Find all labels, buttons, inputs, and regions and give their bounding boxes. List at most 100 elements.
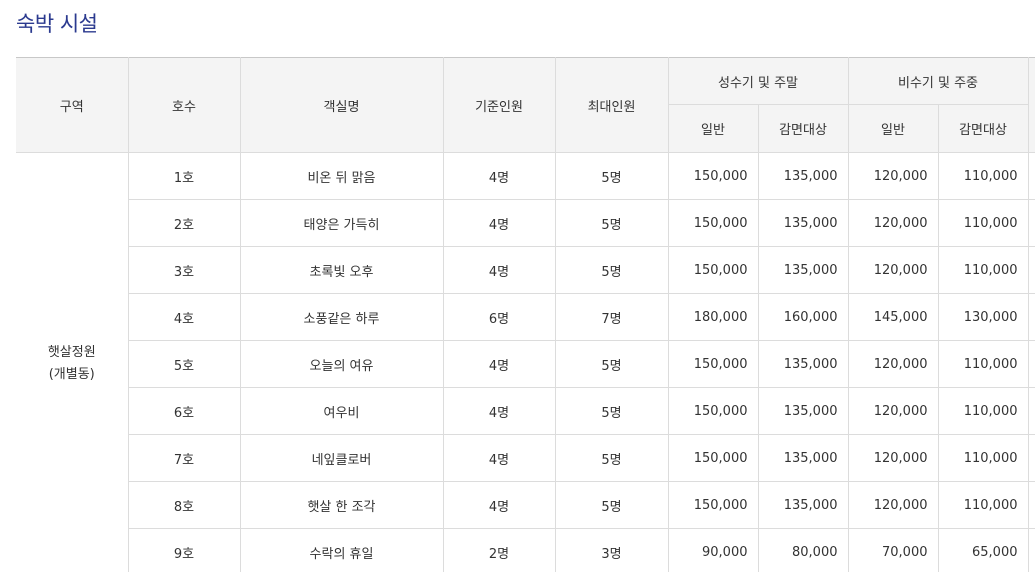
off-discount-price: 110,000: [938, 199, 1029, 247]
off-discount-price: 65,000: [938, 528, 1029, 572]
peak-discount-price: 135,000: [758, 481, 849, 529]
max-capacity: 7명: [555, 293, 669, 341]
peak-general-price: 150,000: [668, 199, 759, 247]
base-capacity: 4명: [443, 246, 556, 294]
base-capacity: 4명: [443, 387, 556, 435]
off-discount-price: 110,000: [938, 340, 1029, 388]
overflow-cell: [1028, 481, 1035, 529]
max-capacity: 5명: [555, 481, 669, 529]
peak-discount-price: 135,000: [758, 152, 849, 200]
room-name: 초록빛 오후: [240, 246, 444, 294]
table-row: 9호 수락의 휴일 2명 3명 90,000 80,000 70,000 65,…: [16, 528, 1035, 572]
room-no: 7호: [128, 434, 241, 482]
max-capacity: 5명: [555, 434, 669, 482]
table-row: 4호 소풍같은 하루 6명 7명 180,000 160,000 145,000…: [16, 293, 1035, 341]
room-no: 2호: [128, 199, 241, 247]
overflow-cell: [1028, 199, 1035, 247]
off-discount-price: 130,000: [938, 293, 1029, 341]
header-zone: 구역: [16, 57, 129, 153]
peak-discount-price: 80,000: [758, 528, 849, 572]
off-discount-price: 110,000: [938, 387, 1029, 435]
zone-name: 햇살정원: [47, 345, 96, 360]
max-capacity: 5명: [555, 387, 669, 435]
room-name: 여우비: [240, 387, 444, 435]
off-discount-price: 110,000: [938, 481, 1029, 529]
base-capacity: 4명: [443, 199, 556, 247]
off-general-price: 70,000: [848, 528, 939, 572]
base-capacity: 2명: [443, 528, 556, 572]
overflow-cell: [1028, 152, 1035, 200]
header-peak-season: 성수기 및 주말: [668, 57, 849, 105]
max-capacity: 3명: [555, 528, 669, 572]
room-name: 비온 뒤 맑음: [240, 152, 444, 200]
off-general-price: 120,000: [848, 246, 939, 294]
room-no: 5호: [128, 340, 241, 388]
base-capacity: 6명: [443, 293, 556, 341]
peak-general-price: 150,000: [668, 434, 759, 482]
table-row: 5호 오늘의 여유 4명 5명 150,000 135,000 120,000 …: [16, 340, 1035, 388]
header-peak-general: 일반: [668, 104, 759, 153]
header-room-no: 호수: [128, 57, 241, 153]
peak-discount-price: 135,000: [758, 434, 849, 482]
zone-cell: 햇살정원 (개별동): [16, 152, 129, 572]
header-peak-discount: 감면대상: [758, 104, 849, 153]
off-general-price: 120,000: [848, 434, 939, 482]
base-capacity: 4명: [443, 340, 556, 388]
header-room-name: 객실명: [240, 57, 444, 153]
base-capacity: 4명: [443, 152, 556, 200]
off-general-price: 120,000: [848, 152, 939, 200]
peak-general-price: 180,000: [668, 293, 759, 341]
off-general-price: 120,000: [848, 387, 939, 435]
off-general-price: 120,000: [848, 199, 939, 247]
peak-general-price: 150,000: [668, 340, 759, 388]
room-name: 소풍같은 하루: [240, 293, 444, 341]
header-off-discount: 감면대상: [938, 104, 1029, 153]
off-general-price: 120,000: [848, 481, 939, 529]
header-off-season: 비수기 및 주중: [848, 57, 1029, 105]
peak-discount-price: 135,000: [758, 387, 849, 435]
overflow-cell: [1028, 528, 1035, 572]
lodging-table-container: 구역 호수 객실명 기준인원 최대인원 성수기 및 주말 비수기 및 주중 일반…: [16, 57, 1035, 572]
table-row: 7호 네잎클로버 4명 5명 150,000 135,000 120,000 1…: [16, 434, 1035, 482]
room-no: 1호: [128, 152, 241, 200]
room-no: 9호: [128, 528, 241, 572]
room-name: 수락의 휴일: [240, 528, 444, 572]
header-max-capacity: 최대인원: [555, 57, 669, 153]
peak-discount-price: 160,000: [758, 293, 849, 341]
peak-discount-price: 135,000: [758, 199, 849, 247]
table-row: 햇살정원 (개별동) 1호 비온 뒤 맑음 4명 5명 150,000 135,…: [16, 152, 1035, 572]
room-name: 오늘의 여유: [240, 340, 444, 388]
room-name: 햇살 한 조각: [240, 481, 444, 529]
header-overflow: [1028, 57, 1035, 153]
peak-general-price: 150,000: [668, 387, 759, 435]
overflow-cell: [1028, 340, 1035, 388]
lodging-table: 구역 호수 객실명 기준인원 최대인원 성수기 및 주말 비수기 및 주중 일반…: [16, 57, 1035, 572]
table-row: 3호 초록빛 오후 4명 5명 150,000 135,000 120,000 …: [16, 246, 1035, 294]
room-no: 6호: [128, 387, 241, 435]
page-title: 숙박 시설: [16, 12, 98, 36]
zone-type: (개별동): [48, 367, 95, 382]
header-off-general: 일반: [848, 104, 939, 153]
peak-discount-price: 135,000: [758, 246, 849, 294]
max-capacity: 5명: [555, 340, 669, 388]
off-discount-price: 110,000: [938, 152, 1029, 200]
off-discount-price: 110,000: [938, 434, 1029, 482]
max-capacity: 5명: [555, 246, 669, 294]
table-row: 2호 태양은 가득히 4명 5명 150,000 135,000 120,000…: [16, 199, 1035, 247]
overflow-cell: [1028, 293, 1035, 341]
peak-general-price: 150,000: [668, 481, 759, 529]
peak-general-price: 90,000: [668, 528, 759, 572]
table-row: 6호 여우비 4명 5명 150,000 135,000 120,000 110…: [16, 387, 1035, 435]
off-general-price: 120,000: [848, 340, 939, 388]
max-capacity: 5명: [555, 199, 669, 247]
room-no: 3호: [128, 246, 241, 294]
off-discount-price: 110,000: [938, 246, 1029, 294]
room-name: 네잎클로버: [240, 434, 444, 482]
max-capacity: 5명: [555, 152, 669, 200]
overflow-cell: [1028, 434, 1035, 482]
base-capacity: 4명: [443, 434, 556, 482]
overflow-cell: [1028, 387, 1035, 435]
table-row: 8호 햇살 한 조각 4명 5명 150,000 135,000 120,000…: [16, 481, 1035, 529]
base-capacity: 4명: [443, 481, 556, 529]
room-name: 태양은 가득히: [240, 199, 444, 247]
